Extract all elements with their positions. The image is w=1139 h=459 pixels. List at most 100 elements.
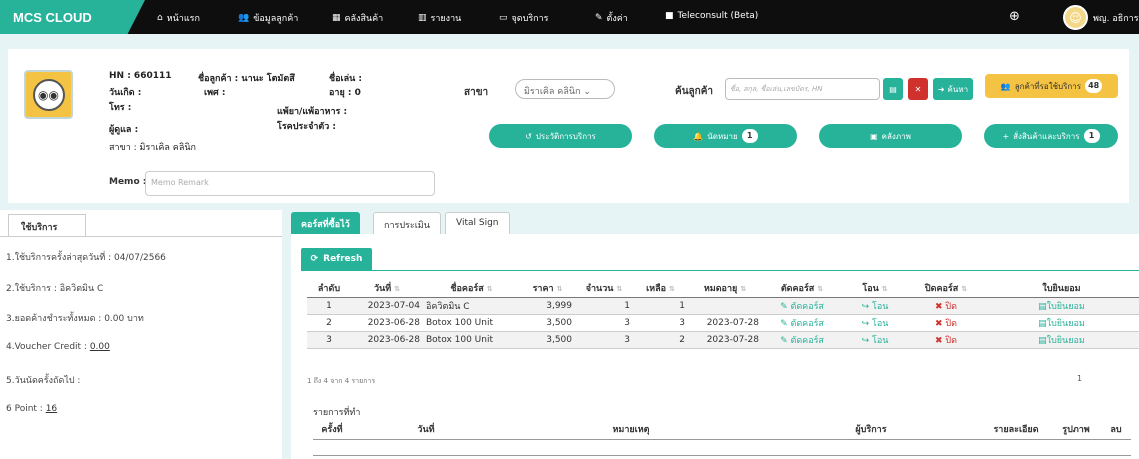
history-icon: ↺ <box>525 131 532 141</box>
transfer-link[interactable]: ↪ โอน <box>842 331 908 349</box>
patient-name: ชื่อลูกค้า : นานะ โตมัตสึ <box>198 74 295 84</box>
sort-icon: ⇅ <box>961 284 968 293</box>
tab-assessment[interactable]: การประเมิน <box>373 212 441 234</box>
col-no[interactable]: ลำดับ <box>307 279 351 298</box>
patient-sex: เพศ : <box>204 88 226 98</box>
home-icon: ⌂ <box>157 13 163 23</box>
bell-icon: 🔔 <box>693 131 704 141</box>
treatment-list-title: รายการที่ทำ <box>313 408 361 418</box>
users-icon: 👥 <box>1000 81 1011 91</box>
table-row: 2 2023-06-28 Botox 100 Unit 3,500 3 3 20… <box>307 314 1139 332</box>
points-link[interactable]: 16 <box>46 404 57 414</box>
col-note: หมายเหตุ <box>501 419 761 440</box>
consent-link[interactable]: ▤ใบยินยอม <box>984 331 1139 349</box>
refresh-button[interactable]: ⟳ Refresh <box>301 248 372 270</box>
gallery-button[interactable]: ▣ คลังภาพ <box>819 124 962 148</box>
table-info: 1 ถึง 4 จาก 4 รายการ <box>307 377 376 385</box>
order-button[interactable]: + สั่งสินค้าและบริการ 1 <box>984 124 1118 148</box>
memo-input[interactable]: Memo Remark <box>145 171 435 196</box>
brand-logo[interactable]: MCS CLOUD <box>0 0 145 34</box>
share-icon: ↪ <box>861 301 870 312</box>
branch-select[interactable]: มิราเคิล คลินิก ⌄ <box>515 79 615 99</box>
edit-icon: ✎ <box>780 335 788 346</box>
user-menu[interactable]: ☺ พญ. อธิการ <box>1063 5 1139 30</box>
col-expire[interactable]: หมดอายุ ⇅ <box>688 279 762 298</box>
last-service: 2.ใช้บริการ : อิควิตมิน C <box>6 284 104 294</box>
waiting-customers-button[interactable]: 👥 ลูกค้าที่รอใช้บริการ 48 <box>985 74 1118 98</box>
transfer-link[interactable]: ↪ โอน <box>842 297 908 315</box>
col-course-name[interactable]: ชื่อคอร์ส ⇅ <box>423 279 520 298</box>
col-image: รูปภาพ <box>1051 419 1101 440</box>
courses-table: ลำดับ วันที่ ⇅ ชื่อคอร์ส ⇅ ราคา ⇅ จำนวน ⇅ เห… <box>307 279 1139 349</box>
nav-service-point[interactable]: ▭ จุดบริการ <box>499 11 549 25</box>
globe-icon[interactable]: ⊕ <box>1009 9 1020 24</box>
consent-link[interactable]: ▤ใบยินยอม <box>984 314 1139 332</box>
tab-purchased-courses[interactable]: คอร์สที่ซื้อไว้ <box>291 212 360 234</box>
nav-teleconsult[interactable]: ■ Teleconsult (Beta) <box>665 11 758 21</box>
col-delete: ลบ <box>1101 419 1131 440</box>
consent-link[interactable]: ▤ใบยินยอม <box>984 297 1139 315</box>
share-icon: ↪ <box>861 318 870 329</box>
col-remaining[interactable]: เหลือ ⇅ <box>633 279 688 298</box>
refresh-icon: ⟳ <box>310 254 319 264</box>
customer-search-input[interactable]: ชื่อ, สกุล, ชื่อเล่น,เลขบัตร, HN <box>725 78 880 100</box>
nav-customer[interactable]: 👥 ข้อมูลลูกค้า <box>238 11 298 25</box>
video-icon: ■ <box>665 11 674 21</box>
nav-home[interactable]: ⌂ หน้าแรก <box>157 11 200 25</box>
close-icon: ✖ <box>935 318 943 329</box>
sort-icon: ⇅ <box>556 284 563 293</box>
service-history-button[interactable]: ↺ ประวัติการบริการ <box>489 124 632 148</box>
image-icon: ▣ <box>870 131 878 141</box>
search-label: ค้นลูกค้า <box>675 86 714 97</box>
patient-allergy: แพ้ยา/แพ้อาหาร : <box>277 107 348 117</box>
patient-avatar: ◉◉ <box>24 70 73 119</box>
table-row: 1 2023-07-04 อิควิตมิน C 3,999 1 1 ✎ ตัด… <box>307 297 1139 315</box>
users-icon: 👥 <box>238 13 250 23</box>
col-qty[interactable]: จำนวน ⇅ <box>575 279 633 298</box>
patient-card: ◉◉ HN : 660111 ชื่อลูกค้า : นานะ โตมัตสึ… <box>8 49 1129 203</box>
id-card-icon: ▤ <box>889 84 897 94</box>
cut-course-link[interactable]: ✎ ตัดคอร์ส <box>762 331 842 349</box>
tab-vital-sign[interactable]: Vital Sign <box>445 212 510 234</box>
outstanding-balance: 3.ยอดค้างชำระทั้งหมด : 0.00 บาท <box>6 314 144 324</box>
appointment-button[interactable]: 🔔 นัดหมาย 1 <box>654 124 797 148</box>
col-close-course[interactable]: ปิดคอร์ส ⇅ <box>908 279 984 298</box>
sort-icon: ⇅ <box>486 284 493 293</box>
transfer-link[interactable]: ↪ โอน <box>842 314 908 332</box>
nav-inventory[interactable]: ▦ คลังสินค้า <box>332 11 383 25</box>
last-visit: 1.ใช้บริการครั้งล่าสุดวันที่ : 04/07/256… <box>6 253 166 263</box>
divider <box>313 455 1131 456</box>
col-date[interactable]: วันที่ ⇅ <box>351 279 423 298</box>
top-navbar: MCS CLOUD ⌂ หน้าแรก 👥 ข้อมูลลูกค้า ▦ คลังสิ… <box>0 0 1139 34</box>
close-course-link[interactable]: ✖ ปิด <box>908 297 984 315</box>
share-icon: ↪ <box>861 335 870 346</box>
close-course-link[interactable]: ✖ ปิด <box>908 331 984 349</box>
nav-settings[interactable]: ✎ ตั้งค่า <box>595 11 628 25</box>
col-consent[interactable]: ใบยินยอม <box>984 279 1139 298</box>
patient-phone: โทร : <box>109 103 132 113</box>
voucher-credit-link[interactable]: 0.00 <box>90 342 110 352</box>
pagination-page[interactable]: 1 <box>1077 374 1082 383</box>
voucher-credit: 4.Voucher Credit : 0.00 <box>6 342 110 352</box>
card-reader-button[interactable]: ▤ <box>883 78 903 100</box>
cut-course-link[interactable]: ✎ ตัดคอร์ส <box>762 297 842 315</box>
user-avatar: ☺ <box>1063 5 1088 30</box>
search-button[interactable]: ➜ ค้นหา <box>933 78 973 100</box>
col-time: ครั้งที่ <box>313 419 351 440</box>
courses-panel: ⟳ Refresh ลำดับ วันที่ ⇅ ชื่อคอร์ส ⇅ ราคา ⇅ … <box>291 234 1139 459</box>
close-icon: ✖ <box>935 301 943 312</box>
tab-service[interactable]: ใช้บริการ <box>8 214 86 236</box>
chevron-down-icon: ⌄ <box>583 87 591 97</box>
patient-birthday: วันเกิด : <box>109 88 142 98</box>
close-course-link[interactable]: ✖ ปิด <box>908 314 984 332</box>
col-cut-course[interactable]: ตัดคอร์ส ⇅ <box>762 279 842 298</box>
nav-report[interactable]: ▥ รายงาน <box>418 11 461 25</box>
col-transfer[interactable]: โอน ⇅ <box>842 279 908 298</box>
service-summary-panel: ใช้บริการ 1.ใช้บริการครั้งล่าสุดวันที่ :… <box>0 210 282 459</box>
clear-search-button[interactable]: ✕ <box>908 78 928 100</box>
divider <box>301 270 1139 271</box>
face-icon: ◉◉ <box>32 78 65 111</box>
col-price[interactable]: ราคา ⇅ <box>520 279 575 298</box>
cut-course-link[interactable]: ✎ ตัดคอร์ส <box>762 314 842 332</box>
close-icon: ✕ <box>914 84 922 94</box>
